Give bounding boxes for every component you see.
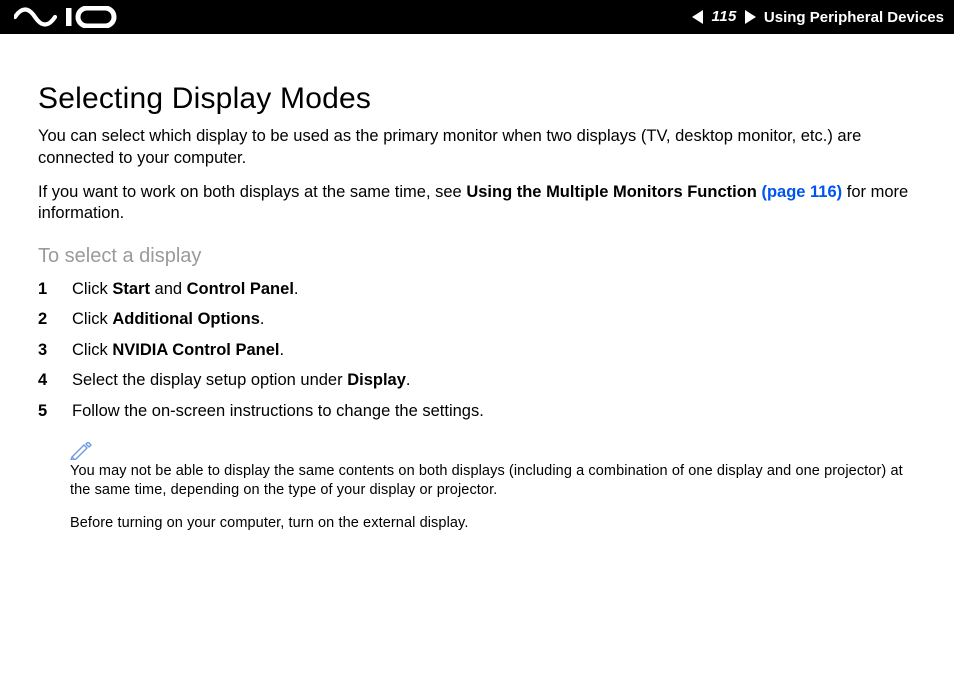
procedure-steps: Click Start and Control Panel. Click Add… [38,276,920,424]
intro-2-bold: Using the Multiple Monitors Function [466,183,761,201]
step-bold: Control Panel [187,280,294,298]
prev-page-icon[interactable] [692,10,703,24]
intro-paragraph-2: If you want to work on both displays at … [38,182,920,226]
step-bold: Display [347,371,406,389]
step-text: Click [72,310,112,328]
step-text: . [406,371,411,389]
step-bold: NVIDIA Control Panel [112,341,279,359]
intro-2-a: If you want to work on both displays at … [38,183,466,201]
note-icon [70,442,920,460]
page-title: Selecting Display Modes [38,82,920,116]
cross-ref-link[interactable]: (page 116) [761,183,842,201]
page-content: Selecting Display Modes You can select w… [0,34,954,533]
step-3: Click NVIDIA Control Panel. [38,337,920,363]
step-5: Follow the on-screen instructions to cha… [38,398,920,424]
notes-block: You may not be able to display the same … [70,442,920,533]
step-1: Click Start and Control Panel. [38,276,920,302]
note-1: You may not be able to display the same … [70,462,920,500]
step-text: . [280,341,285,359]
page-number: 115 [707,9,740,25]
procedure-heading: To select a display [38,245,920,268]
step-text: Click [72,280,112,298]
next-page-icon[interactable] [745,10,756,24]
step-text: and [150,280,187,298]
step-bold: Additional Options [112,310,260,328]
section-title: Using Peripheral Devices [764,9,944,26]
note-2: Before turning on your computer, turn on… [70,514,920,533]
header-right: 115 Using Peripheral Devices [692,0,944,34]
page-nav: 115 [692,9,755,25]
step-bold: Start [112,280,150,298]
step-text: . [294,280,299,298]
step-4: Select the display setup option under Di… [38,367,920,393]
vaio-logo [14,0,124,34]
intro-paragraph-1: You can select which display to be used … [38,126,920,170]
header-bar: 115 Using Peripheral Devices [0,0,954,34]
step-text: Select the display setup option under [72,371,347,389]
step-2: Click Additional Options. [38,306,920,332]
step-text: Click [72,341,112,359]
step-text: . [260,310,265,328]
